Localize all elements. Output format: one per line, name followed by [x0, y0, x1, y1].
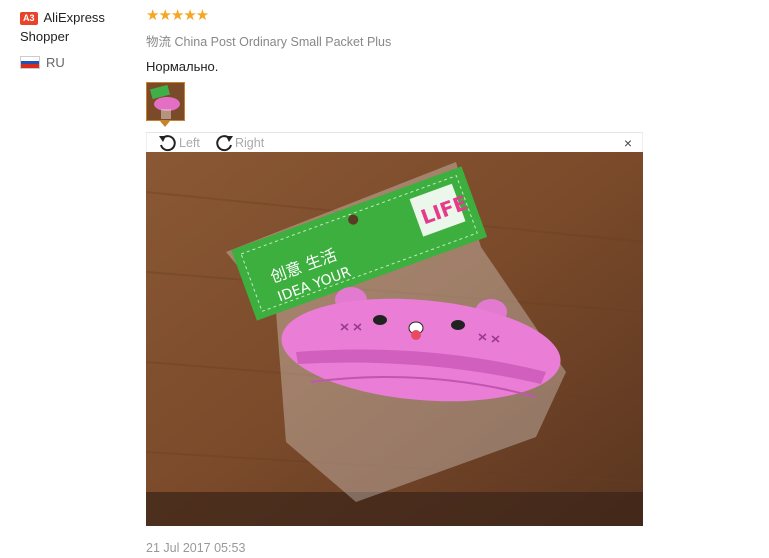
country-code: RU	[46, 55, 65, 70]
reviewer-name-second: Shopper	[20, 29, 70, 44]
shipping-method: China Post Ordinary Small Packet Plus	[174, 35, 392, 49]
image-viewer-toolbar: Left Right ×	[146, 132, 643, 152]
thumbnail-pointer	[160, 121, 170, 127]
reviewer-info: A3 AliExpress Shopper RU	[20, 8, 140, 70]
review-photo: 创意 生活 IDEA YOUR LIFE	[146, 152, 643, 526]
rotate-left-label: Left	[179, 136, 200, 150]
rotate-left-button[interactable]: Left	[157, 133, 200, 153]
review-body: ★★★★★ 物流 China Post Ordinary Small Packe…	[146, 7, 391, 75]
rotate-right-label: Right	[235, 136, 265, 150]
reviewer-name-first: AliExpress	[43, 10, 105, 25]
thumbnail-image	[147, 83, 184, 120]
rotate-left-icon	[159, 135, 176, 152]
shipping-label: 物流	[146, 35, 172, 49]
star-rating: ★★★★★	[146, 7, 209, 24]
reviewer-name: A3 AliExpress Shopper	[20, 8, 140, 46]
russia-flag-icon	[20, 56, 40, 69]
rotate-right-icon	[216, 135, 233, 152]
reviewer-country: RU	[20, 55, 140, 70]
shipping-info: 物流 China Post Ordinary Small Packet Plus	[146, 31, 391, 50]
close-viewer-button[interactable]: ×	[624, 135, 632, 151]
photo-thumbnail[interactable]	[146, 82, 185, 121]
review-text: Нормально.	[146, 59, 219, 74]
review-date: 21 Jul 2017 05:53	[146, 541, 246, 555]
reviewer-badge: A3	[20, 12, 38, 26]
review-photo-image: 创意 生活 IDEA YOUR LIFE	[146, 152, 643, 526]
rotate-right-button[interactable]: Right	[213, 133, 264, 153]
